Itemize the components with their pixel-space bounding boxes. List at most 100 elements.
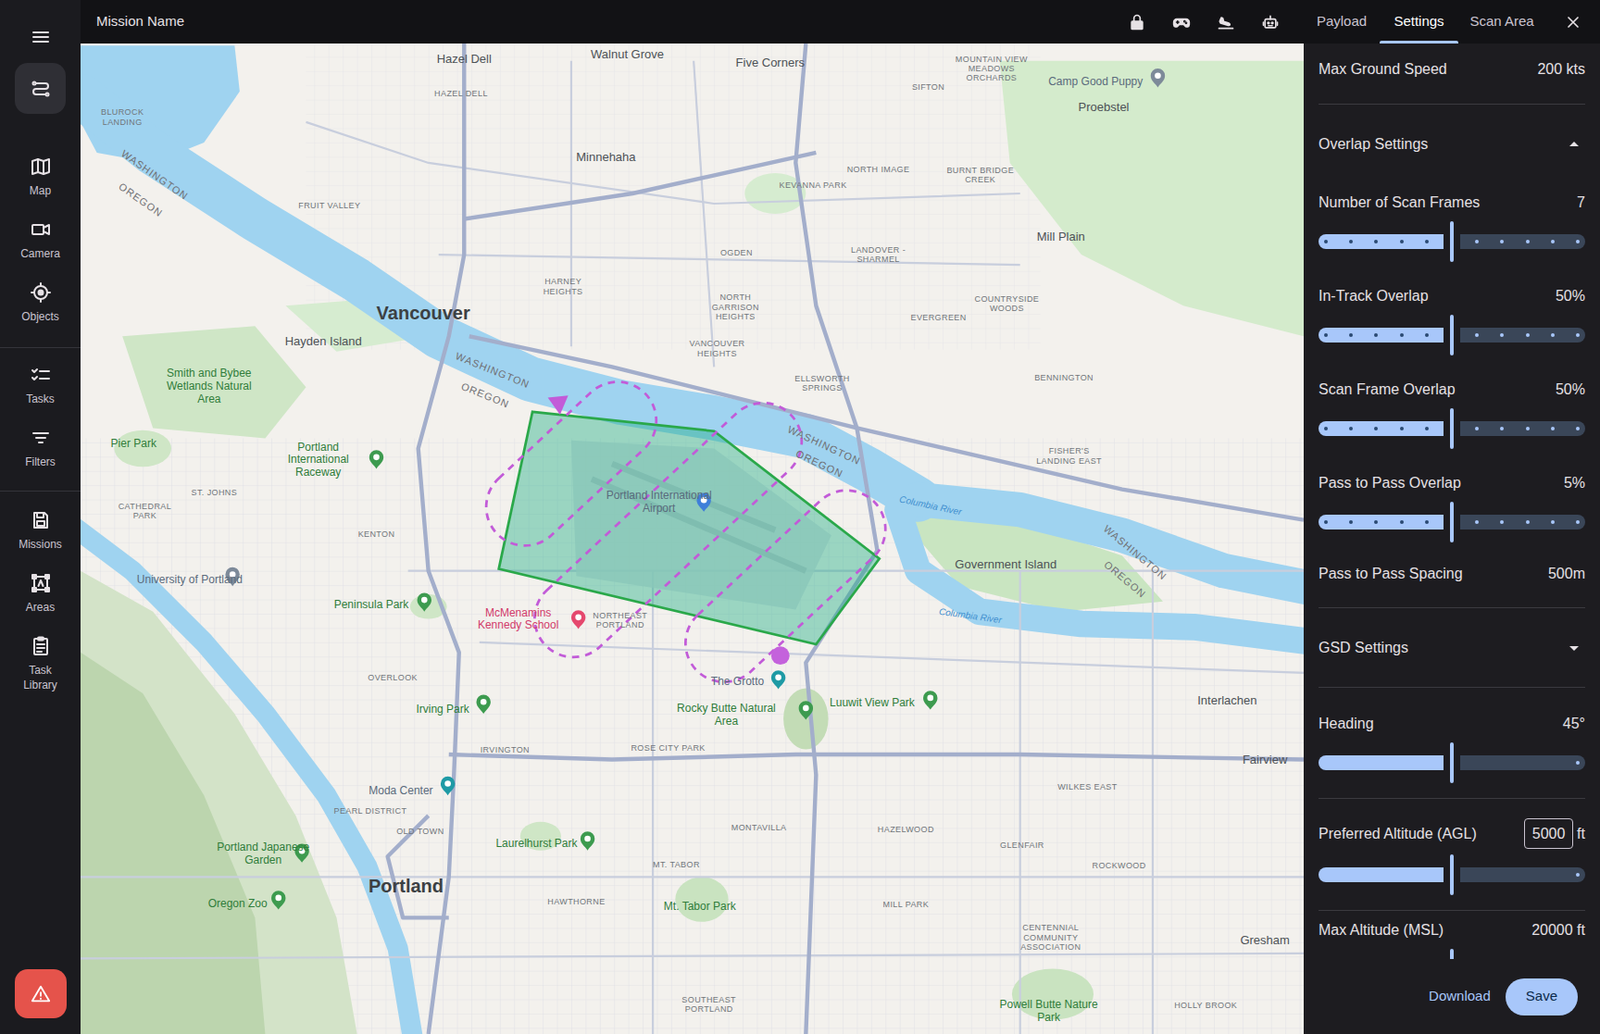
map-label: Vancouver (376, 299, 471, 327)
section-header[interactable]: Overlap Settings (1303, 104, 1600, 184)
map-label: NORTHEAST PORTLAND (581, 610, 660, 630)
map-label: OREGON (1100, 557, 1150, 602)
slider[interactable] (1318, 501, 1586, 543)
slider-handle[interactable] (1450, 314, 1454, 356)
map-label: MILL PARK (883, 900, 930, 910)
divider (1318, 910, 1586, 912)
slider-handle[interactable] (1450, 854, 1454, 896)
setting-row: In-Track Overlap50% (1303, 276, 1600, 371)
map-label: FISHER'S LANDING EAST (1030, 446, 1109, 466)
sidebar-group: Missions Areas Task Library (7, 509, 75, 693)
setting-label: Preferred Altitude (AGL) (1318, 823, 1477, 846)
slider-handle[interactable] (1450, 949, 1454, 960)
alert-button[interactable] (14, 969, 67, 1019)
setting-header: Heading45° (1318, 711, 1586, 738)
map-label: ROCKWOOD (1091, 861, 1146, 871)
slider-tick (1349, 333, 1353, 338)
slider[interactable] (1318, 742, 1586, 784)
setting-header: In-Track Overlap50% (1318, 283, 1586, 310)
landing-icon (1216, 12, 1236, 32)
slider-handle[interactable] (1450, 501, 1454, 543)
map[interactable]: Hazel DellWalnut GroveFive CornersMinneh… (80, 43, 1304, 1034)
clipboard-icon (29, 635, 52, 658)
lock-icon (1127, 12, 1147, 32)
slider[interactable] (1318, 408, 1586, 450)
slider-tick (1500, 520, 1504, 525)
menu-button[interactable] (29, 25, 52, 49)
slider-tick (1525, 426, 1530, 431)
sidebar-label: Camera (20, 246, 61, 262)
layers-button[interactable] (14, 62, 66, 114)
slider-tick (1400, 520, 1404, 525)
sidebar-item[interactable]: Filters (7, 426, 75, 470)
sidebar-item[interactable]: Tasks (7, 363, 75, 407)
start-marker[interactable] (548, 395, 569, 415)
target-icon (29, 281, 52, 304)
close-button[interactable] (1545, 0, 1600, 44)
gamepad-button[interactable] (1172, 12, 1191, 32)
sidebar-item[interactable]: Map (7, 155, 75, 199)
slider-tick (1374, 520, 1378, 525)
map-label: OREGON (115, 178, 166, 221)
map-label: Portland International Airport (603, 489, 715, 516)
aircraft-marker[interactable] (771, 646, 790, 665)
save-button[interactable]: Save (1505, 978, 1578, 1016)
slider-tick (1324, 333, 1328, 338)
slider-tick (1400, 239, 1404, 244)
sidebar-item[interactable]: Task Library (7, 635, 75, 693)
section-header[interactable]: GSD Settings (1303, 608, 1600, 688)
lock-button[interactable] (1127, 12, 1147, 32)
map-label: Minnehaha (575, 149, 636, 168)
panel-tab[interactable]: Payload (1303, 0, 1380, 44)
slider-tick (1500, 426, 1504, 431)
robot-button[interactable] (1261, 12, 1280, 32)
panel-tab[interactable]: Scan Area (1458, 0, 1546, 44)
slider-track (1460, 755, 1586, 771)
slider-tick (1550, 239, 1555, 244)
slider[interactable] (1318, 949, 1586, 960)
sidebar-item[interactable]: Missions (7, 509, 75, 552)
slider[interactable] (1318, 314, 1586, 356)
panel-tab[interactable]: Settings (1379, 0, 1459, 44)
flight-path[interactable] (470, 365, 902, 699)
setting-row: Max Ground Speed200 kts (1303, 43, 1600, 96)
setting-label: Max Altitude (MSL) (1318, 919, 1444, 942)
sidebar-label: Objects (21, 309, 60, 325)
slider[interactable] (1318, 221, 1586, 263)
download-button[interactable]: Download (1421, 978, 1499, 1016)
scan-area-polygon[interactable] (499, 412, 880, 645)
map-label: Irving Park (415, 703, 469, 717)
map-label: Pier Park (111, 437, 157, 451)
map-label: MONTAVILLA (731, 823, 788, 833)
map-label: SIFTON (912, 82, 945, 92)
map-label: Portland Japanese Garden (211, 841, 315, 868)
map-label: ST. JOHNS (191, 487, 238, 498)
area-icon (29, 572, 52, 595)
altitude-input[interactable] (1524, 818, 1574, 850)
map-label: NORTH IMAGE (847, 163, 911, 174)
sidebar-item[interactable]: Areas (7, 572, 75, 615)
slider[interactable] (1318, 854, 1586, 896)
landing-button[interactable] (1216, 12, 1236, 32)
sidebar-item[interactable]: Objects (7, 281, 75, 325)
setting-header: Number of Scan Frames7 (1318, 189, 1586, 216)
map-canvas[interactable] (80, 43, 1304, 1034)
slider-handle[interactable] (1450, 221, 1454, 263)
map-label: HAWTHORNE (547, 897, 605, 907)
map-label: WASHINGTON (118, 146, 192, 204)
altitude-field: ft (1524, 818, 1586, 850)
setting-row: Number of Scan Frames7 (1303, 183, 1600, 277)
sidebar-item[interactable]: Camera (7, 218, 75, 262)
setting-row: Pass to Pass Spacing500m (1303, 557, 1600, 591)
slider-handle[interactable] (1450, 742, 1454, 784)
settings-list[interactable]: Max Ground Speed200 kts Overlap Settings N… (1303, 43, 1600, 960)
slider-handle[interactable] (1450, 408, 1454, 450)
map-label: Hazel Dell (437, 50, 492, 69)
slider-tick (1575, 426, 1580, 431)
camera-icon (29, 218, 52, 241)
slider-tick (1525, 239, 1530, 244)
map-pins[interactable] (225, 68, 1165, 911)
panel-footer: DownloadSave (1303, 959, 1600, 1034)
slider-tick (1575, 873, 1580, 877)
map-label: KENTON (358, 529, 396, 539)
